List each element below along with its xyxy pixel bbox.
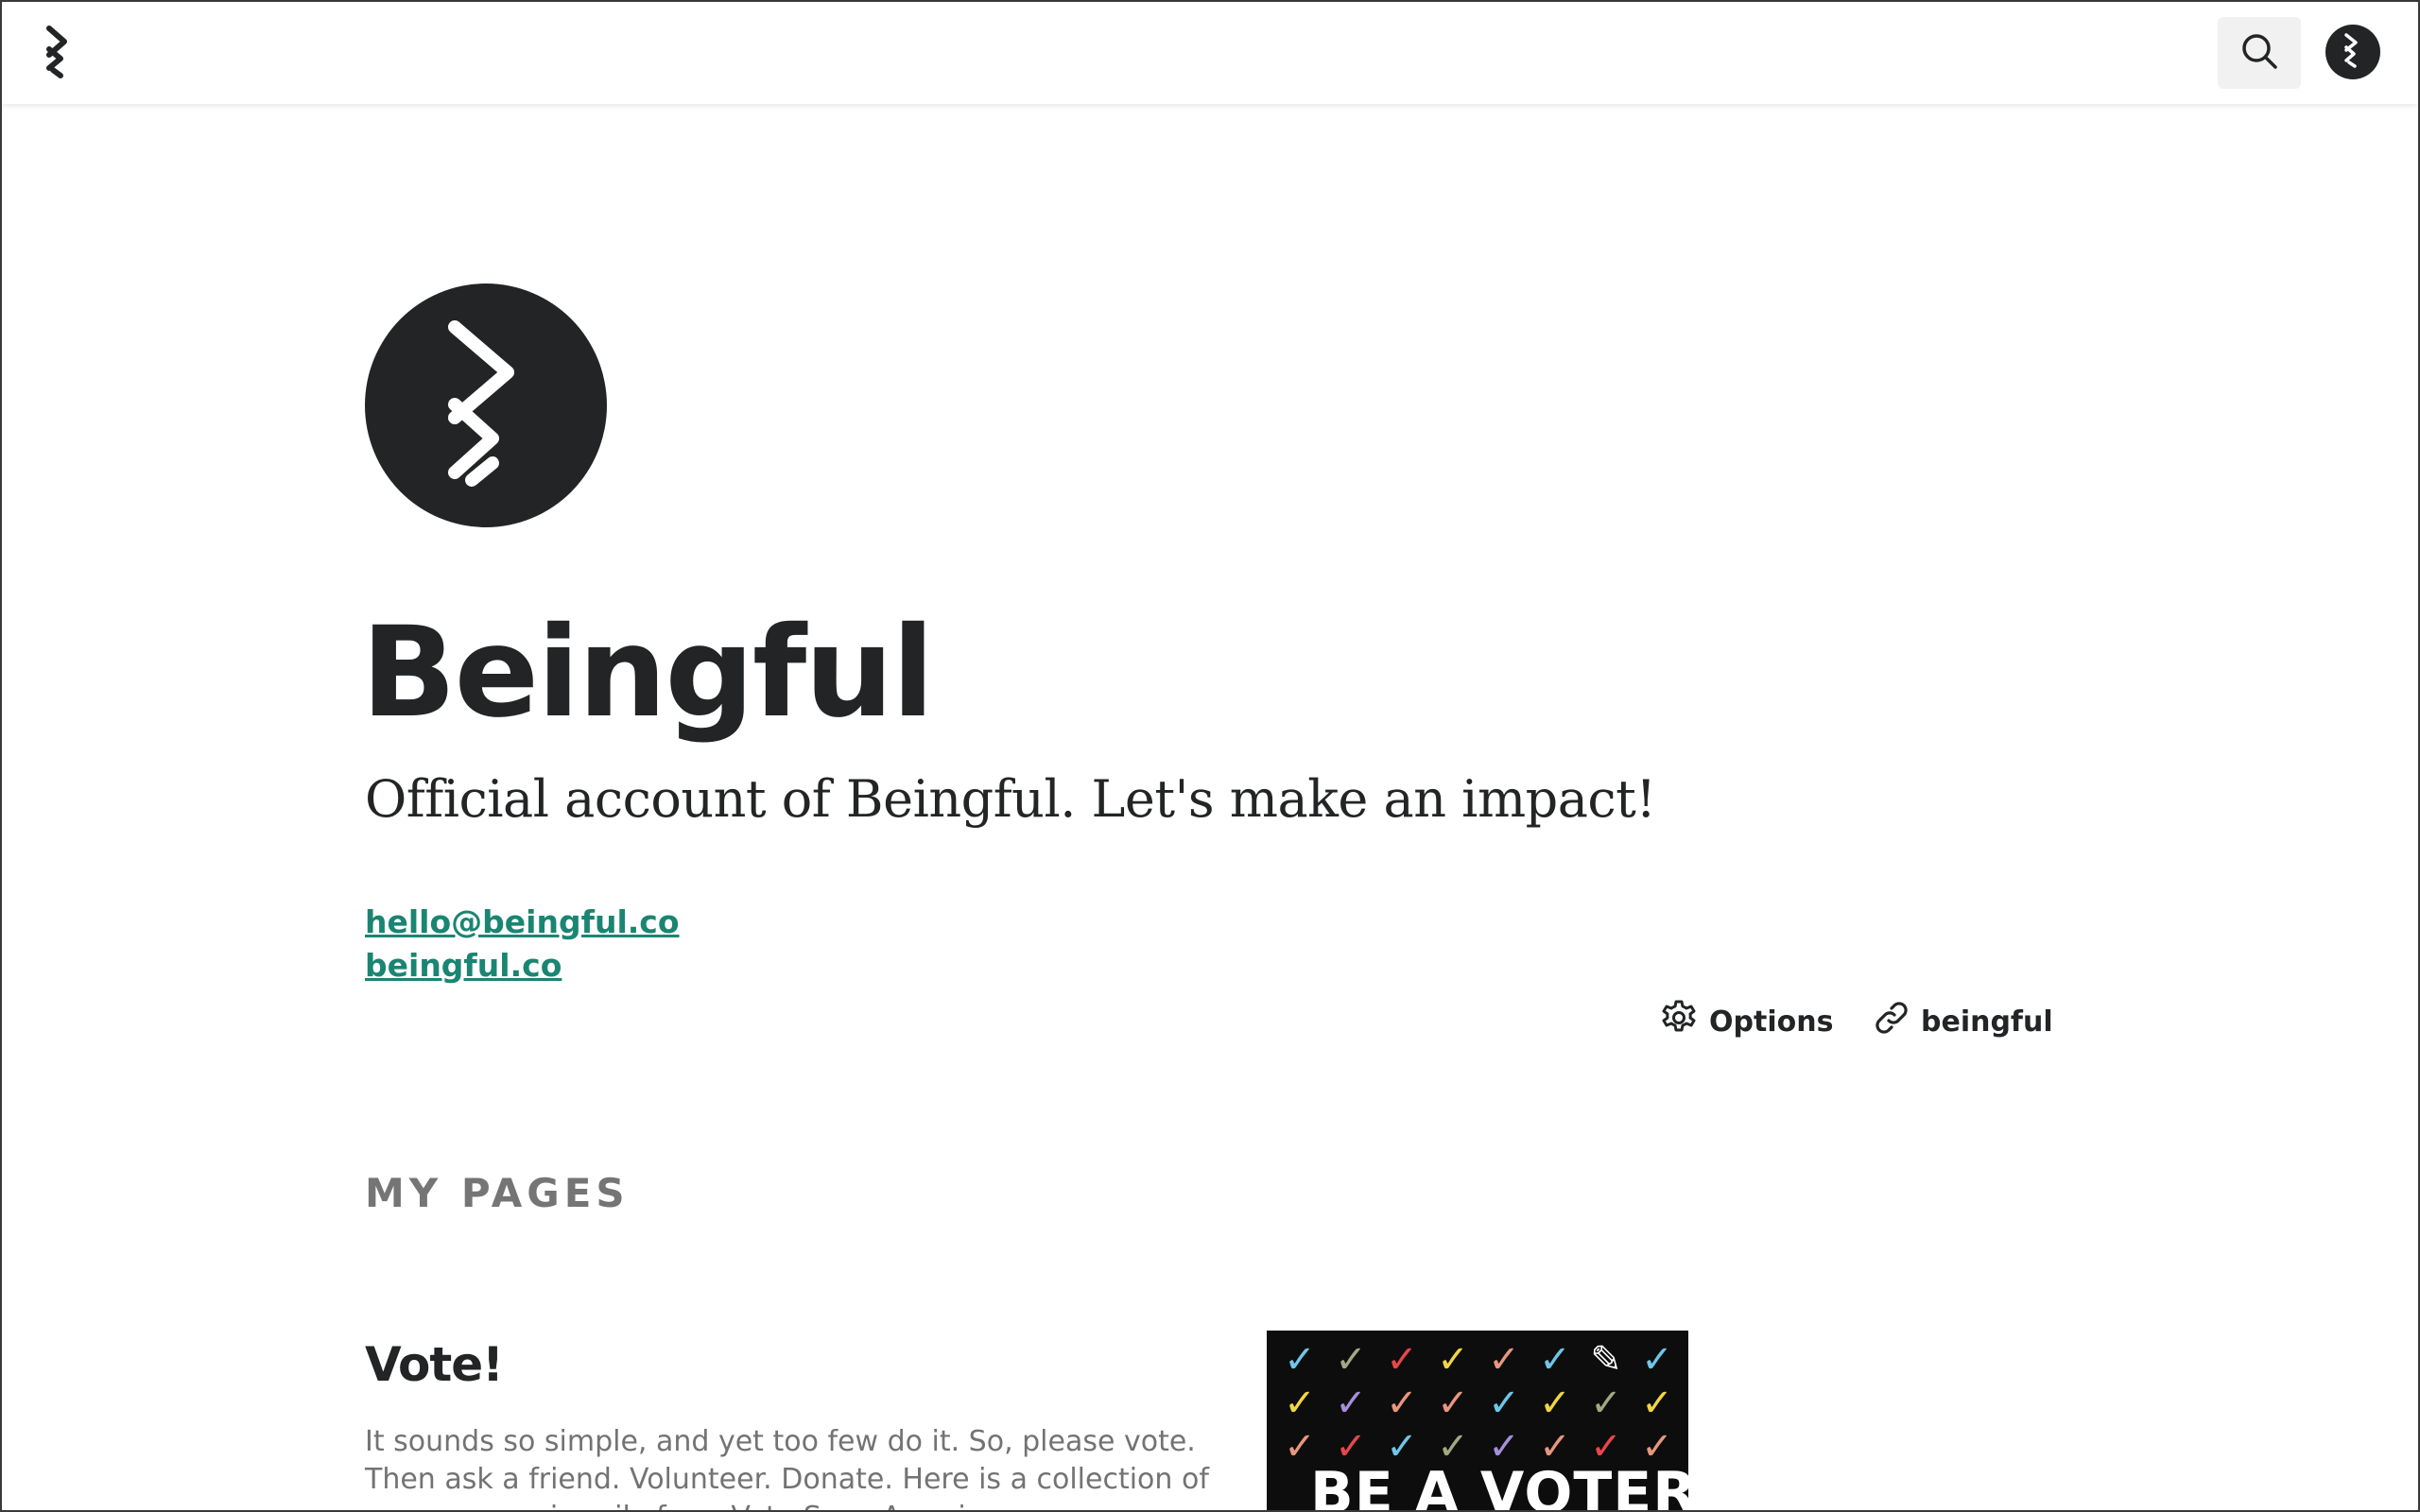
checkmark-icon: ✓ [1539,1338,1571,1382]
image-caption: BE A VOTER, [1310,1460,1688,1512]
beingful-logo-icon [434,314,538,498]
checkmark-icon: ✓ [1437,1382,1469,1425]
checkmark-icon: ✓ [1641,1338,1673,1382]
checkmark-icon: ✓ [1539,1382,1571,1425]
app-window: Beingful Official account of Beingful. L… [0,0,2420,1512]
checkmark-icon: ✓ [1386,1382,1418,1425]
checkmark-icon: ✎ [1590,1338,1622,1382]
profile-bio: Official account of Beingful. Let's make… [365,769,1656,829]
checkmark-icon: ✓ [1488,1338,1520,1382]
profile-link-button[interactable]: beingful [1874,1000,2053,1043]
checkmark-pattern: ✓ ✓ ✓ ✓ ✓ ✓ ✎ ✓ ✓ ✓ ✓ ✓ ✓ ✓ ✓ ✓ ✓ ✓ ✓ ✓ ✓ ✓ ✓ ✓ [1274,1340,1681,1467]
link-icon [1874,1000,1910,1043]
search-icon [2240,32,2278,75]
checkmark-icon: ✓ [1335,1338,1367,1382]
profile-handle-label: beingful [1921,1005,2053,1039]
checkmark-icon: ✓ [1641,1382,1673,1425]
beingful-logo-icon [2341,31,2365,74]
profile-name: Beingful [361,600,934,746]
page-card-image[interactable]: ✓ ✓ ✓ ✓ ✓ ✓ ✎ ✓ ✓ ✓ ✓ ✓ ✓ ✓ ✓ ✓ ✓ ✓ ✓ ✓ ✓ ✓ ✓ ✓ BE A VOTER, [1267,1331,1688,1512]
email-link[interactable]: hello@beingful.co [365,902,680,943]
search-button[interactable] [2218,17,2301,89]
checkmark-icon: ✓ [1590,1382,1622,1425]
checkmark-icon: ✓ [1437,1338,1469,1382]
options-button[interactable]: Options [1660,1000,1833,1043]
user-avatar-button[interactable] [2325,25,2380,79]
gear-icon [1660,999,1698,1044]
profile-avatar [365,284,607,527]
checkmark-icon: ✓ [1488,1382,1520,1425]
top-navigation-bar [2,2,2418,104]
page-card-title[interactable]: Vote! [365,1336,504,1393]
checkmark-icon: ✓ [1335,1382,1367,1425]
checkmark-icon: ✓ [1284,1382,1316,1425]
beingful-logo-icon[interactable] [43,25,74,81]
page-card-description: It sounds so simple, and yet too few do … [365,1425,1209,1510]
options-label: Options [1709,1005,1834,1039]
checkmark-icon: ✓ [1386,1338,1418,1382]
website-link[interactable]: beingful.co [365,945,562,987]
checkmark-icon: ✓ [1284,1338,1316,1382]
section-title: MY PAGES [365,1170,630,1216]
